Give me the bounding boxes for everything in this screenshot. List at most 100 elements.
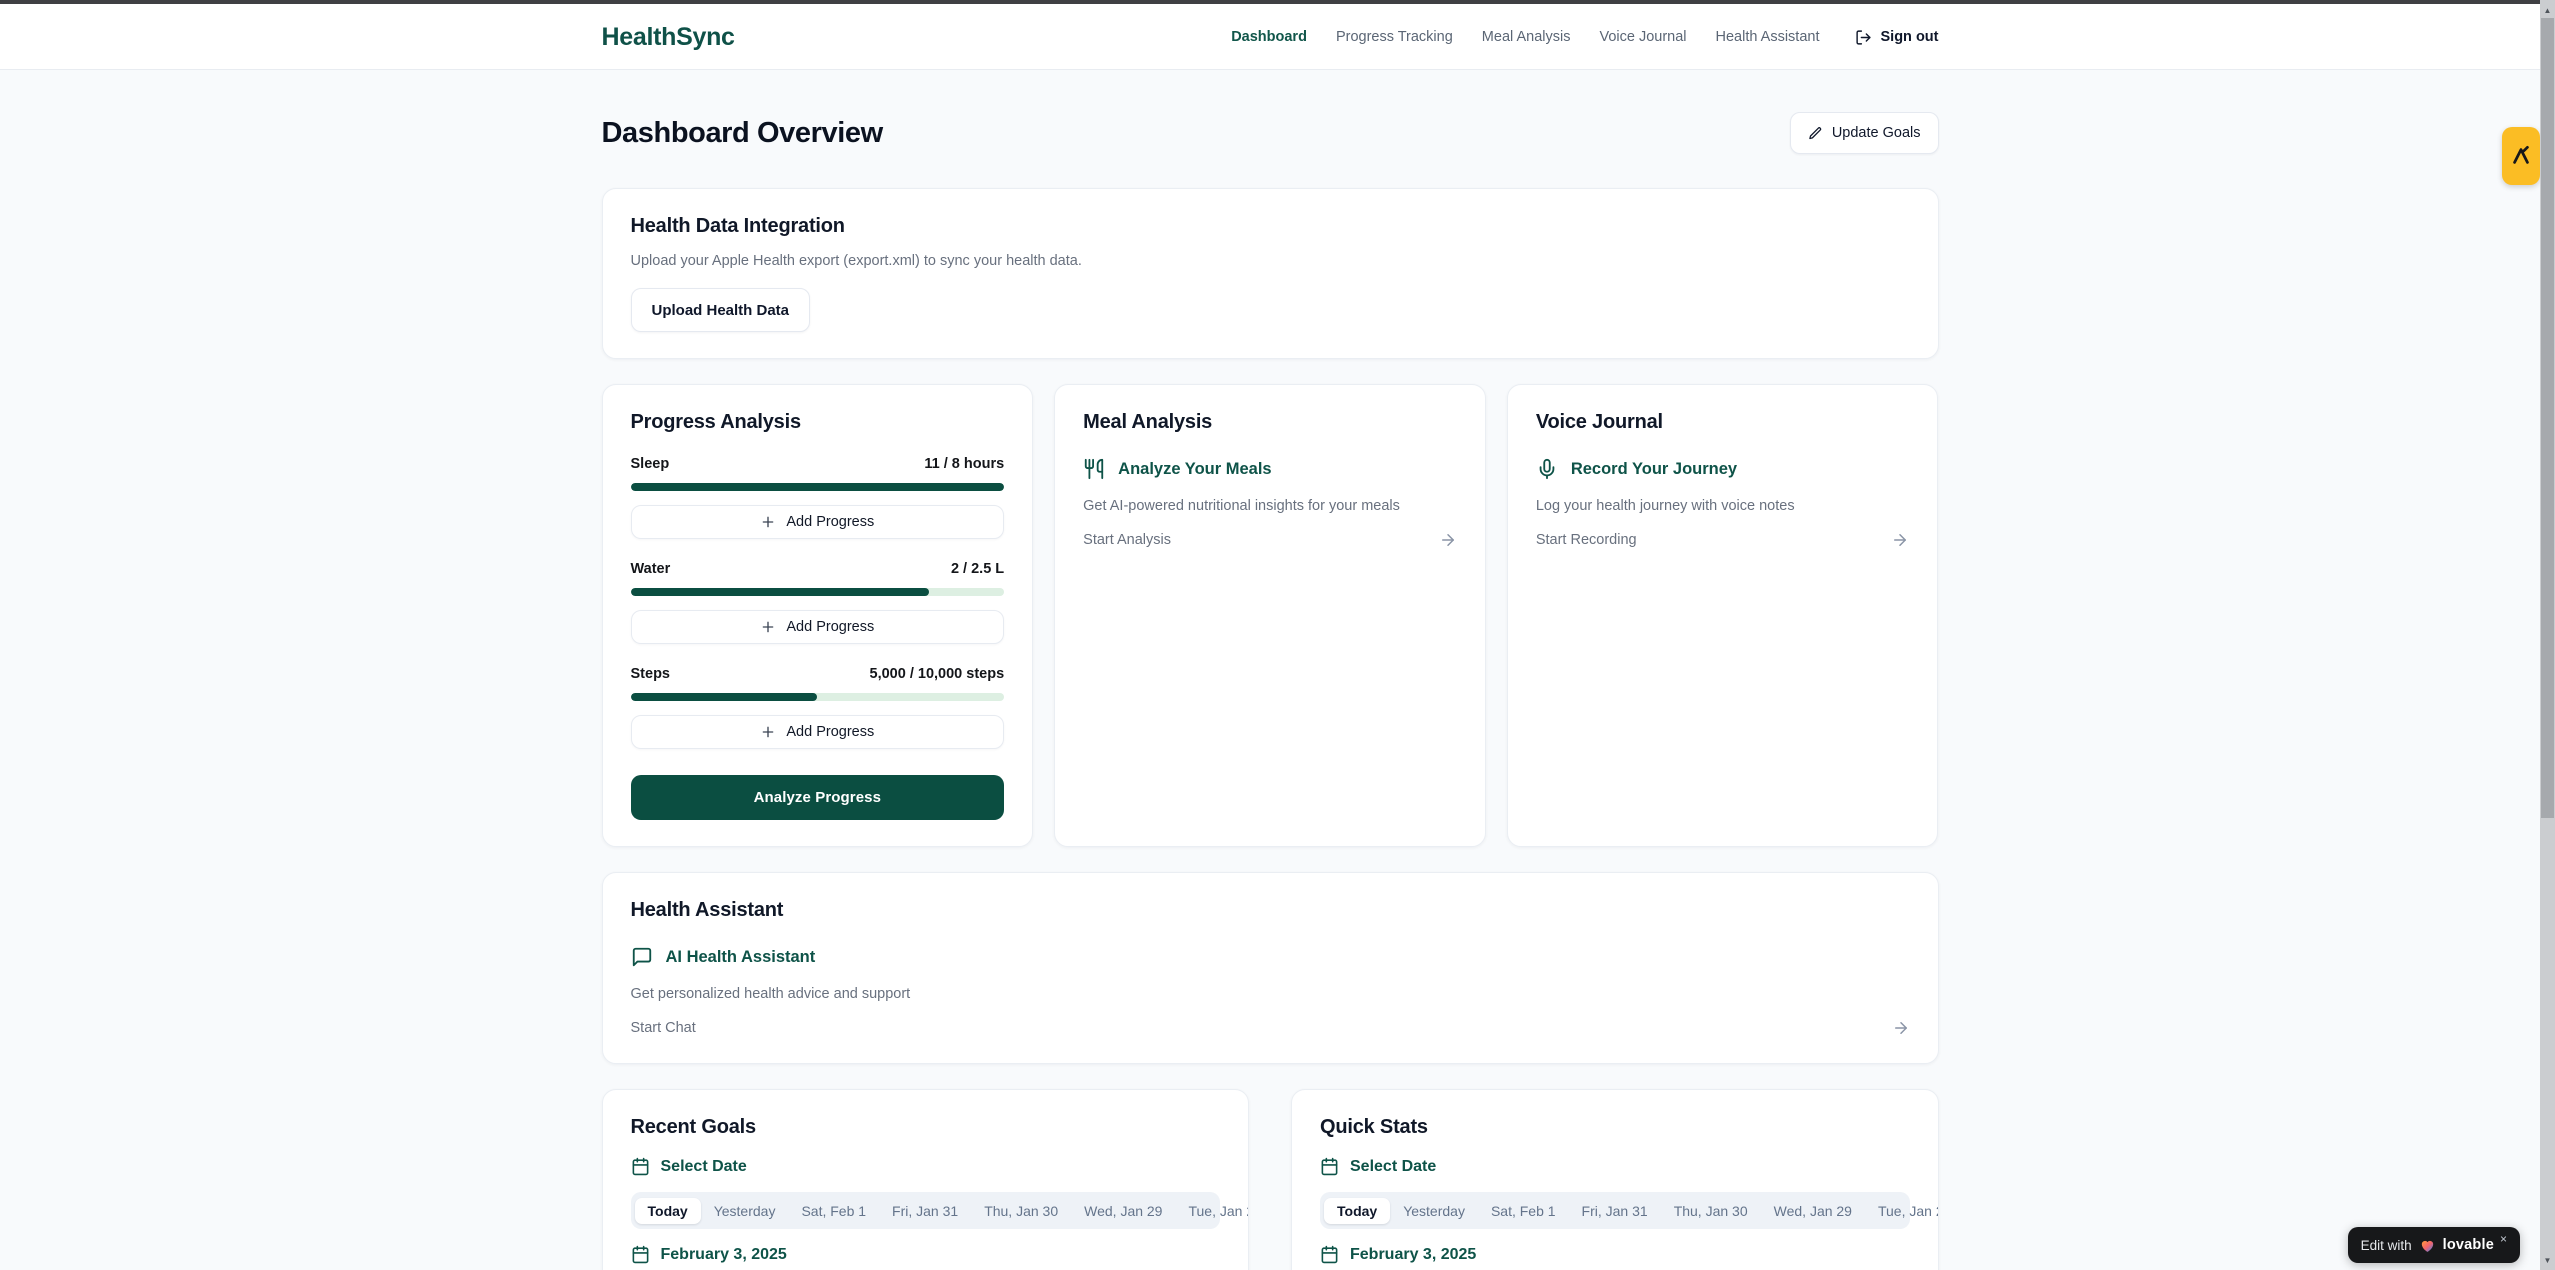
recent-goals-date-tabs: Today Yesterday Sat, Feb 1 Fri, Jan 31 T… <box>631 1192 1221 1229</box>
ai-health-assistant-link[interactable]: AI Health Assistant <box>631 946 1910 968</box>
meal-analysis-card: Meal Analysis Analyze Your Meals Get AI-… <box>1054 384 1486 847</box>
pencil-icon <box>1808 126 1823 141</box>
microphone-icon <box>1536 458 1558 480</box>
start-analysis-action[interactable]: Start Analysis <box>1083 531 1457 549</box>
date-tab[interactable]: Yesterday <box>701 1198 789 1224</box>
nav-link[interactable]: Voice Journal <box>1599 29 1686 45</box>
start-analysis-label: Start Analysis <box>1083 532 1171 548</box>
metric-value: 5,000 / 10,000 steps <box>870 666 1005 682</box>
progress-analysis-title: Progress Analysis <box>631 411 1005 434</box>
plus-icon <box>760 724 776 740</box>
nav-link[interactable]: Meal Analysis <box>1482 29 1571 45</box>
record-your-journey-label: Record Your Journey <box>1571 460 1737 479</box>
sign-out-icon <box>1855 29 1872 46</box>
quick-stats-selected-date[interactable]: February 3, 2025 <box>1320 1245 1910 1264</box>
metric-label: Steps <box>631 666 671 682</box>
date-tab[interactable]: Thu, Jan 30 <box>1661 1198 1761 1224</box>
voice-journal-card: Voice Journal Record Your Journey Log yo… <box>1507 384 1939 847</box>
chat-bubble-icon <box>631 946 653 968</box>
recent-goals-title: Recent Goals <box>631 1116 1221 1139</box>
side-tab-logo-icon <box>2510 145 2532 167</box>
metric-block: Sleep 11 / 8 hours <box>631 456 1005 539</box>
progress-bar-fill <box>631 693 818 701</box>
health-data-integration-card: Health Data Integration Upload your Appl… <box>602 188 1939 359</box>
date-tab[interactable]: Yesterday <box>1390 1198 1478 1224</box>
brand-logo[interactable]: HealthSync <box>602 23 735 52</box>
scroll-up-arrow-icon[interactable]: ▲ <box>2540 2 2555 18</box>
progress-bar-fill <box>631 588 930 596</box>
add-progress-button[interactable]: Add Progress <box>631 715 1005 749</box>
scroll-down-arrow-icon[interactable]: ▼ <box>2540 1252 2555 1268</box>
date-tab[interactable]: Today <box>635 1198 701 1224</box>
add-progress-button[interactable]: Add Progress <box>631 610 1005 644</box>
main-nav: Dashboard Progress Tracking Meal Analysi… <box>1231 29 1938 46</box>
sign-out-button[interactable]: Sign out <box>1855 29 1939 46</box>
analyze-your-meals-label: Analyze Your Meals <box>1118 460 1271 479</box>
record-your-journey-link[interactable]: Record Your Journey <box>1536 458 1910 480</box>
feature-cards-row: Progress Analysis Sleep 11 / 8 hours <box>602 384 1939 847</box>
upload-health-data-button[interactable]: Upload Health Data <box>631 288 811 332</box>
nav-link[interactable]: Dashboard <box>1231 29 1307 45</box>
metric-label: Sleep <box>631 456 670 472</box>
update-goals-button[interactable]: Update Goals <box>1790 112 1939 154</box>
heart-icon <box>2419 1237 2436 1254</box>
sign-out-label: Sign out <box>1881 29 1939 45</box>
side-tab-button[interactable] <box>2502 127 2540 185</box>
metric-value: 2 / 2.5 L <box>951 561 1004 577</box>
date-tab[interactable]: Wed, Jan 29 <box>1761 1198 1865 1224</box>
calendar-icon <box>631 1157 650 1176</box>
edit-with-lovable-badge[interactable]: Edit with lovable × <box>2348 1227 2520 1263</box>
app-header: HealthSync Dashboard Progress Tracking M… <box>0 4 2540 70</box>
integration-description: Upload your Apple Health export (export.… <box>631 253 1910 269</box>
quick-stats-card: Quick Stats Select Date Today <box>1291 1089 1939 1270</box>
meal-analysis-title: Meal Analysis <box>1083 411 1457 434</box>
start-recording-action[interactable]: Start Recording <box>1536 531 1910 549</box>
edit-with-label: Edit with <box>2361 1238 2412 1253</box>
date-tab[interactable]: Today <box>1324 1198 1390 1224</box>
date-tab[interactable]: Sat, Feb 1 <box>788 1198 879 1224</box>
badge-close-icon[interactable]: × <box>2500 1232 2507 1246</box>
utensils-icon <box>1083 458 1105 480</box>
add-progress-label: Add Progress <box>786 619 874 635</box>
health-assistant-card: Health Assistant AI Health Assistant Get… <box>602 872 1939 1064</box>
date-tab[interactable]: Wed, Jan 29 <box>1071 1198 1175 1224</box>
date-tab[interactable]: Fri, Jan 31 <box>1569 1198 1661 1224</box>
progress-bar-track <box>631 693 1005 701</box>
select-date-label: Select Date <box>661 1158 747 1176</box>
date-tab[interactable]: Fri, Jan 31 <box>879 1198 971 1224</box>
start-chat-action[interactable]: Start Chat <box>631 1019 1910 1037</box>
vertical-scrollbar[interactable]: ▲ ▼ <box>2540 0 2555 1270</box>
calendar-icon <box>631 1245 650 1264</box>
app-screen: HealthSync Dashboard Progress Tracking M… <box>0 0 2555 1270</box>
meal-analysis-description: Get AI-powered nutritional insights for … <box>1083 498 1457 514</box>
recent-goals-select-date[interactable]: Select Date <box>631 1157 1221 1176</box>
progress-bar-track <box>631 588 1005 596</box>
calendar-icon <box>1320 1157 1339 1176</box>
analyze-progress-button[interactable]: Analyze Progress <box>631 775 1005 820</box>
nav-link[interactable]: Health Assistant <box>1716 29 1820 45</box>
add-progress-label: Add Progress <box>786 514 874 530</box>
date-tab[interactable]: Tue, Jan 28 <box>1865 1198 1939 1224</box>
start-chat-label: Start Chat <box>631 1020 696 1036</box>
update-goals-label: Update Goals <box>1832 125 1921 141</box>
date-tab[interactable]: Tue, Jan 28 <box>1175 1198 1249 1224</box>
nav-link[interactable]: Progress Tracking <box>1336 29 1453 45</box>
scrollbar-thumb[interactable] <box>2541 18 2554 818</box>
integration-title: Health Data Integration <box>631 215 1910 238</box>
calendar-icon <box>1320 1245 1339 1264</box>
add-progress-button[interactable]: Add Progress <box>631 505 1005 539</box>
bottom-cards-row: Recent Goals Select Date Today <box>602 1089 1939 1270</box>
progress-bar-track <box>631 483 1005 491</box>
arrow-right-icon <box>1891 531 1909 549</box>
date-tab[interactable]: Sat, Feb 1 <box>1478 1198 1569 1224</box>
selected-date-label: February 3, 2025 <box>661 1246 787 1264</box>
health-assistant-title: Health Assistant <box>631 899 1910 922</box>
voice-journal-description: Log your health journey with voice notes <box>1536 498 1910 514</box>
arrow-right-icon <box>1439 531 1457 549</box>
progress-analysis-card: Progress Analysis Sleep 11 / 8 hours <box>602 384 1034 847</box>
date-tab[interactable]: Thu, Jan 30 <box>971 1198 1071 1224</box>
analyze-your-meals-link[interactable]: Analyze Your Meals <box>1083 458 1457 480</box>
quick-stats-select-date[interactable]: Select Date <box>1320 1157 1910 1176</box>
recent-goals-selected-date[interactable]: February 3, 2025 <box>631 1245 1221 1264</box>
quick-stats-date-tabs: Today Yesterday Sat, Feb 1 Fri, Jan 31 T… <box>1320 1192 1910 1229</box>
